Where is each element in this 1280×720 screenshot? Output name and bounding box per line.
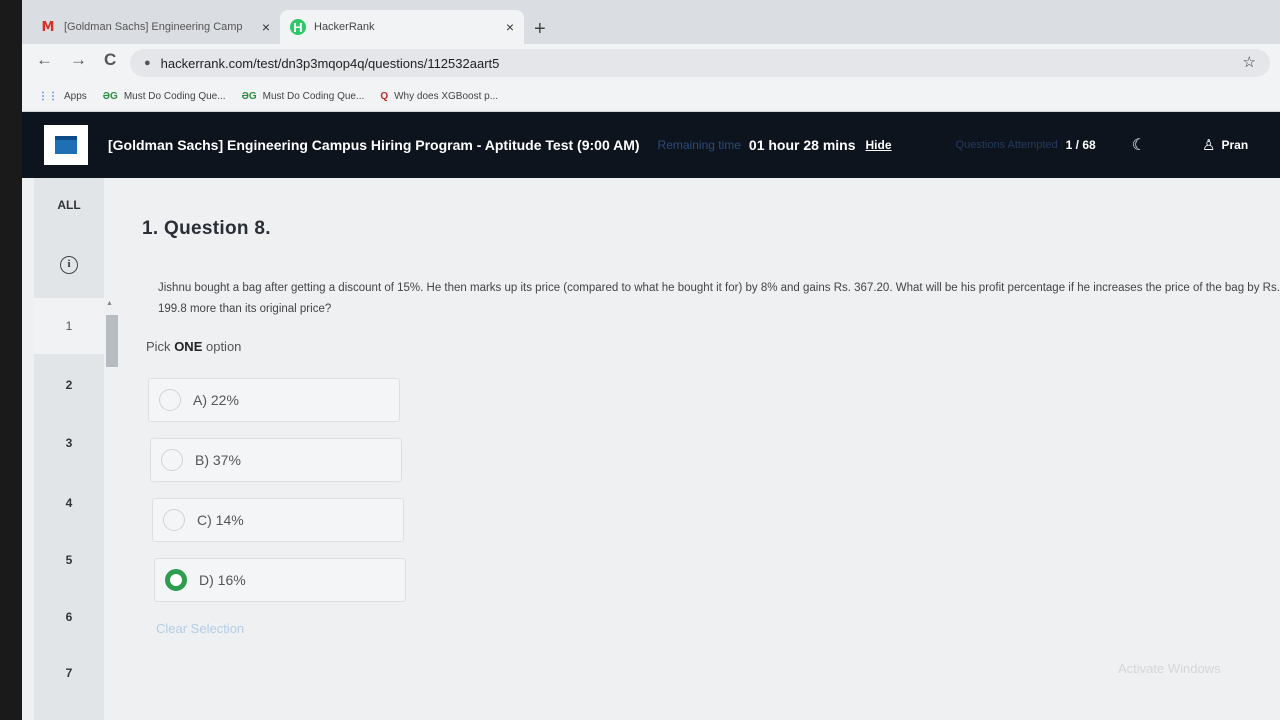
browser-toolbar: ← → C ● hackerrank.com/test/dn3p3mqop4q/… [22, 44, 1280, 82]
address-bar[interactable]: ● hackerrank.com/test/dn3p3mqop4q/questi… [130, 49, 1270, 77]
company-logo [44, 125, 88, 165]
apps-icon: ⋮⋮ [38, 91, 58, 102]
gfg-icon: ƏG [241, 91, 257, 102]
radio-button[interactable] [161, 449, 183, 471]
forward-arrow-icon[interactable]: → [70, 50, 87, 70]
star-icon[interactable]: ☆ [1243, 53, 1256, 71]
hide-timer-link[interactable]: Hide [866, 138, 892, 152]
reload-icon[interactable]: C [104, 50, 116, 70]
option-d[interactable]: D) 16% [154, 558, 406, 602]
bookmark-apps[interactable]: ⋮⋮ Apps [38, 91, 87, 102]
questions-attempted-value: 1 / 68 [1065, 138, 1096, 152]
question-text: Jishnu bought a bag after getting a disc… [158, 282, 1280, 315]
user-name[interactable]: Pran [1221, 138, 1248, 152]
bookmark-gfg-2[interactable]: ƏG Must Do Coding Que... [242, 91, 365, 102]
sidebar-item-6[interactable]: 6 [34, 610, 104, 624]
test-title: [Goldman Sachs] Engineering Campus Hirin… [108, 137, 640, 153]
option-label: B) 37% [195, 452, 241, 468]
scroll-up-arrow-icon[interactable]: ▲ [106, 300, 113, 307]
option-label: A) 22% [193, 392, 239, 408]
sidebar-item-3[interactable]: 3 [34, 436, 104, 450]
tab-hackerrank[interactable]: H HackerRank × [280, 10, 524, 44]
tab-strip: M [Goldman Sachs] Engineering Camp × H H… [22, 0, 1280, 44]
tab-gmail[interactable]: M [Goldman Sachs] Engineering Camp × [30, 10, 280, 44]
gfg-icon: ƏG [102, 91, 118, 102]
sidebar-item-7[interactable]: 7 [34, 666, 104, 680]
remaining-time-value: 01 hour 28 mins [748, 137, 856, 153]
bookmark-gfg-1[interactable]: ƏG Must Do Coding Que... [103, 91, 226, 102]
quora-icon: Q [380, 91, 389, 102]
dark-mode-moon-icon[interactable]: ☾ [1132, 135, 1146, 155]
clear-selection-link[interactable]: Clear Selection [156, 621, 244, 636]
new-tab-button[interactable]: + [534, 18, 546, 41]
option-c[interactable]: C) 14% [152, 498, 404, 542]
questions-attempted-label: Questions Attempted [955, 139, 1058, 151]
bookmark-label: Why does XGBoost p... [394, 91, 499, 102]
test-header: [Goldman Sachs] Engineering Campus Hirin… [22, 112, 1280, 178]
radio-button-selected[interactable] [165, 569, 187, 591]
sidebar-scrollbar[interactable] [106, 315, 118, 367]
user-icon[interactable]: ♙ [1202, 136, 1215, 154]
close-icon[interactable]: × [262, 19, 270, 35]
sidebar-item-1[interactable]: 1 [34, 298, 104, 354]
option-b[interactable]: B) 37% [150, 438, 402, 482]
sidebar-item-all[interactable]: ALL [34, 198, 104, 212]
lock-icon: ● [144, 57, 151, 69]
hackerrank-icon: H [290, 19, 306, 35]
bookmarks-bar: ⋮⋮ Apps ƏG Must Do Coding Que... ƏG Must… [22, 82, 1280, 112]
activate-windows-watermark: Activate Windows [1118, 661, 1221, 676]
question-sidebar: ALL i 1 2 3 4 5 6 7 [34, 178, 104, 720]
sidebar-item-2[interactable]: 2 [34, 378, 104, 392]
sidebar-item-5[interactable]: 5 [34, 553, 104, 567]
tab-title: HackerRank [314, 21, 375, 33]
tab-title: [Goldman Sachs] Engineering Camp [64, 21, 243, 33]
close-icon[interactable]: × [506, 19, 514, 35]
sidebar-item-4[interactable]: 4 [34, 496, 104, 510]
option-label: D) 16% [199, 572, 246, 588]
pick-instruction: Pick ONE option [146, 339, 242, 354]
remaining-time-label: Remaining time [657, 138, 741, 152]
radio-button[interactable] [163, 509, 185, 531]
bookmark-label: Apps [64, 91, 87, 102]
gmail-icon: M [41, 19, 55, 35]
question-panel: 1. Question 8. Jishnu bought a bag after… [118, 178, 1280, 720]
radio-button[interactable] [159, 389, 181, 411]
sidebar-item-info[interactable]: i [34, 256, 104, 274]
screen: M [Goldman Sachs] Engineering Camp × H H… [22, 0, 1280, 720]
url-text: hackerrank.com/test/dn3p3mqop4q/question… [160, 55, 500, 71]
question-title: 1. Question 8. [142, 218, 271, 239]
option-a[interactable]: A) 22% [148, 378, 400, 422]
option-label: C) 14% [197, 512, 244, 528]
info-icon: i [60, 256, 78, 274]
bookmark-label: Must Do Coding Que... [262, 91, 365, 102]
bookmark-quora[interactable]: Q Why does XGBoost p... [380, 91, 498, 102]
back-arrow-icon[interactable]: ← [36, 50, 53, 70]
bookmark-label: Must Do Coding Que... [123, 91, 226, 102]
